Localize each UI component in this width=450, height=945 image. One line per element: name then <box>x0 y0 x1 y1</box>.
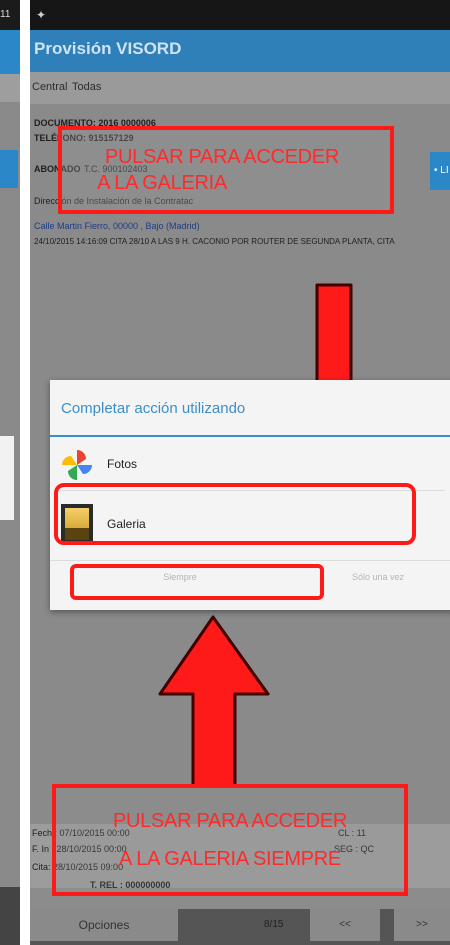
status-bar: ✦ <box>30 0 450 30</box>
log-line: 24/10/2015 14:16:09 CITA 28/10 A LAS 9 H… <box>34 237 395 246</box>
left-card <box>0 436 14 520</box>
left-status-time: 11 <box>0 0 20 30</box>
annotation-box-bottom: PULSAR PARA ACCEDER A LA GALERIA SIEMPRE <box>52 784 408 896</box>
option-fotos-label: Fotos <box>107 457 138 471</box>
galeria-highlight <box>54 483 416 545</box>
previous-button[interactable]: << <box>310 909 380 941</box>
once-button[interactable]: Sólo una vez <box>328 572 428 582</box>
annotation-text-bottom-line1: PULSAR PARA ACCEDER <box>112 810 347 832</box>
opciones-button[interactable]: Opciones <box>30 909 178 941</box>
separator <box>20 0 30 945</box>
annotation-box-top: PULSAR PARA ACCEDER A LA GALERIA <box>58 126 394 214</box>
left-action-button <box>0 150 18 188</box>
android-notification-icon: ✦ <box>36 8 47 22</box>
annotation-text-bottom-line2: A LA GALERIA SIEMPRE <box>119 848 341 870</box>
tab-todas[interactable]: Todas <box>72 81 101 93</box>
pinwheel-icon <box>62 450 92 480</box>
dialog-footer-divider <box>50 560 450 561</box>
tab-row: Central Todas <box>30 72 450 104</box>
annotation-text-top-line2: A LA GALERIA <box>97 172 227 194</box>
siempre-highlight <box>70 564 324 600</box>
annotation-text-top-line1: PULSAR PARA ACCEDER <box>104 146 339 168</box>
left-app-bar <box>0 30 20 74</box>
left-bottom-bar <box>0 887 20 945</box>
page-counter: 8/15 <box>264 919 284 930</box>
dialog-title: Completar acción utilizando <box>61 400 246 417</box>
tab-central[interactable]: Central <box>32 81 67 93</box>
address-link[interactable]: Calle Martin Fierro, 00000 , Bajo (Madri… <box>34 221 200 231</box>
app-title: Provisión VISORD <box>34 39 182 58</box>
app-bar: Provisión VISORD <box>30 30 450 72</box>
bottom-nav-bar: Opciones 8/15 << >> <box>30 909 450 945</box>
next-button[interactable]: >> <box>394 909 450 941</box>
up-arrow-annotation <box>158 615 270 788</box>
dialog-divider <box>50 435 450 437</box>
right-action-button[interactable]: • LI <box>430 152 450 190</box>
left-tab-row <box>0 74 20 102</box>
main-screen: ✦ Provisión VISORD Central Todas DOCUMEN… <box>30 0 450 945</box>
previous-screen-sliver: 11 <box>0 0 20 945</box>
